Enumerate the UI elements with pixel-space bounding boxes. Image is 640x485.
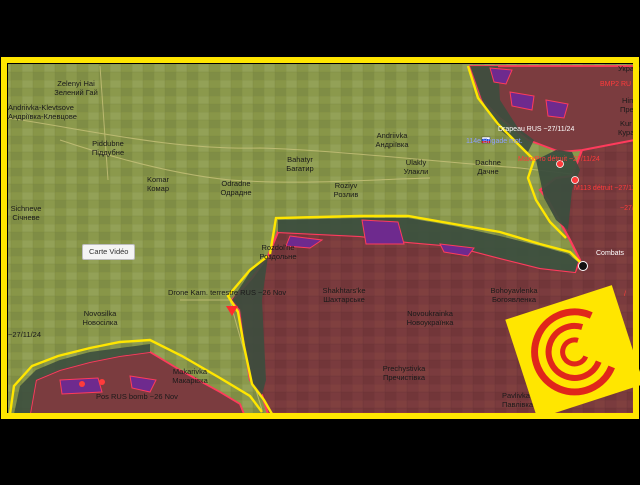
edge-label-8: / [624, 291, 626, 298]
label-zelenyi-hai-cyr: Зелений Гай [54, 88, 98, 97]
combat-marker-icon [578, 261, 588, 271]
label-novosilka: Novosilka [84, 309, 117, 318]
event-m113: M113 détruit ~27/11 [574, 185, 636, 192]
label-roziyv-cyr: Розлив [334, 190, 359, 199]
label-piddubne: Piddubne [92, 139, 124, 148]
label-novoukrainka-cyr: Новоукраїнка [407, 318, 455, 327]
edge-label-5: Kur [620, 119, 632, 128]
label-bahatyr-cyr: Багатир [286, 164, 313, 173]
label-komar-cyr: Комар [147, 184, 169, 193]
label-ulakly-cyr: Улакли [404, 167, 429, 176]
map-view[interactable]: Zelenyi Hai Зелений Гай Andriivka-Klevts… [0, 0, 640, 480]
event-brigade: 114e Brigade mot. [466, 138, 523, 145]
label-dachne-cyr: Дачне [477, 167, 498, 176]
event-bomb: Pos RUS bomb ~26 Nov [96, 392, 178, 401]
label-odradne: Odradne [221, 179, 250, 188]
label-zelenyi-hai: Zelenyi Hai [57, 79, 95, 88]
edge-label-6: Кура [618, 128, 635, 137]
label-ulakly: Ulakly [406, 158, 427, 167]
event-drapeau: Drapeau RUS ~27/11/24 [498, 126, 574, 133]
label-makarivka: Makarivka [173, 367, 208, 376]
label-piddubne-cyr: Піддубне [92, 148, 124, 157]
edge-label-4: Пре [620, 105, 634, 114]
destroyed-vehicle-icon-2 [571, 176, 579, 184]
label-prechystivka-cyr: Пречистівка [383, 373, 426, 382]
label-odradne-cyr: Одрадне [220, 188, 251, 197]
label-roziyv: Roziyv [335, 181, 358, 190]
label-bahatyr: Bahatyr [287, 155, 313, 164]
label-andriivka-cyr: Андріївка [375, 140, 409, 149]
label-rozdolne-cyr: Роздольне [259, 252, 296, 261]
label-shakhtarske-cyr: Шахтарське [323, 295, 365, 304]
label-novosilka-cyr: Новосілка [82, 318, 118, 327]
label-shakhtarske: Shakhtars'ke [322, 286, 365, 295]
label-novoukrainka: Novoukrainka [407, 309, 454, 318]
label-andriivka: Andriivka [377, 131, 409, 140]
event-date-left: ~27/11/24 [8, 330, 41, 339]
event-drone: Drone Kam. terrestre RUS ~26 Nov [168, 288, 286, 297]
video-map-button[interactable]: Carte Vidéo [82, 244, 136, 260]
edge-label-7: ~27/ [620, 205, 634, 212]
edge-label-2: BMP2 RU [600, 81, 631, 88]
label-sichneve: Sichneve [11, 204, 42, 213]
bomb-marker-icon [99, 379, 105, 385]
label-rozdolne: Rozdol'ne [261, 243, 294, 252]
frontline-map: Zelenyi Hai Зелений Гай Andriivka-Klevts… [0, 0, 640, 480]
bomb-marker-icon-2 [79, 381, 85, 387]
label-pavlivka: Pavlivka [502, 391, 531, 400]
event-combats: Combats [596, 250, 625, 257]
label-dachne: Dachne [475, 158, 501, 167]
label-pavlivka-cyr: Павлівка [502, 400, 534, 409]
label-sichneve-cyr: Січневе [12, 213, 39, 222]
label-bohoyavlenka: Bohoyavlenka [490, 286, 538, 295]
event-maxxpro: MaxxPro détruit ~27/11/24 [518, 156, 600, 163]
label-prechystivka: Prechystivka [383, 364, 426, 373]
label-andriivka-klevtsove: Andriivka-Klevtsove [8, 103, 74, 112]
label-bohoyavlenka-cyr: Богоявленка [492, 295, 537, 304]
label-andriivka-klevtsove-cyr: Андріївка-Клевцове [8, 112, 77, 121]
label-komar: Komar [147, 175, 170, 184]
label-makarivka-cyr: Макарівка [172, 376, 208, 385]
